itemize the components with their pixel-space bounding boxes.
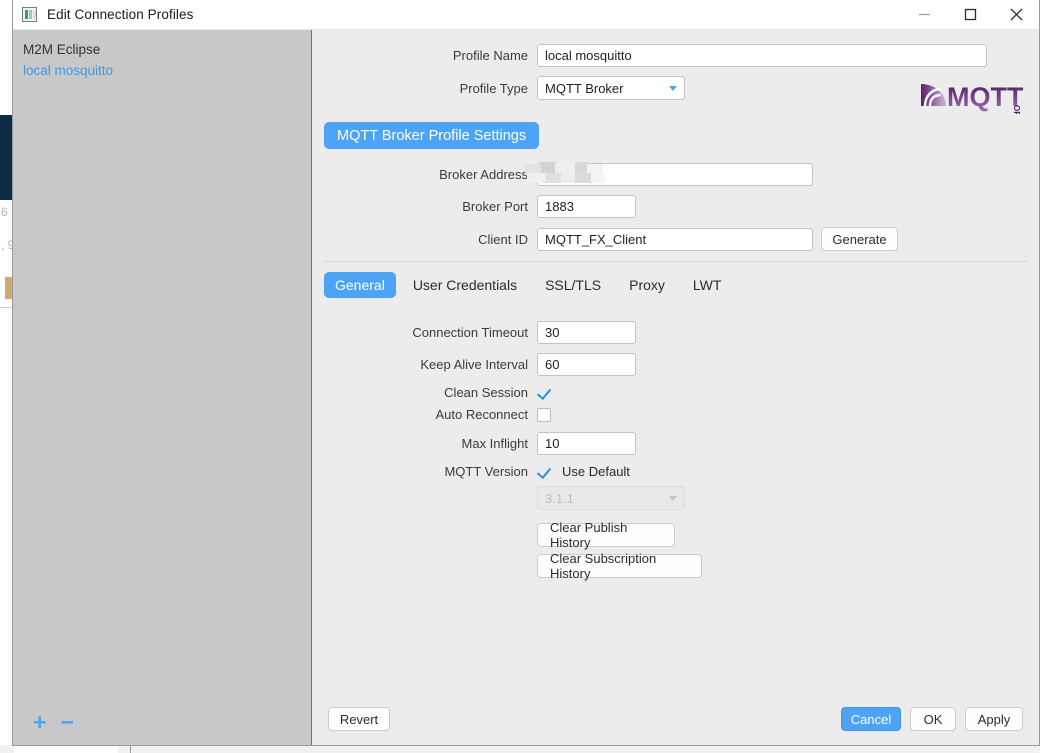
profile-editor-scroll: MQTT ORG Profile Name local mosquitto Pr… bbox=[312, 30, 1039, 693]
apply-button[interactable]: Apply bbox=[965, 707, 1023, 731]
profile-type-value: MQTT Broker bbox=[545, 80, 624, 96]
cancel-button[interactable]: Cancel bbox=[841, 707, 901, 731]
edit-connection-profiles-dialog: Edit Connection Profiles M2M Eclipse loc… bbox=[12, 0, 1040, 746]
background-bottom-strip bbox=[0, 745, 1040, 753]
broker-fields: Broker Address Broker Port 1883 Client I… bbox=[312, 162, 1039, 251]
maximize-icon bbox=[964, 8, 976, 21]
clear-subscription-history-button[interactable]: Clear Subscription History bbox=[537, 551, 702, 581]
clear-subscription-row: Clear Subscription History bbox=[312, 551, 1039, 581]
keep-alive-interval-label: Keep Alive Interval bbox=[420, 357, 528, 372]
background-text-a: 6 bbox=[1, 205, 8, 219]
profile-list: M2M Eclipse local mosquitto bbox=[13, 30, 311, 699]
profile-type-select[interactable]: MQTT Broker bbox=[537, 76, 685, 100]
sidebar-item-local-mosquitto[interactable]: local mosquitto bbox=[23, 60, 311, 81]
mqtt-version-row: MQTT Version Use Default bbox=[312, 464, 1039, 479]
close-icon bbox=[1010, 8, 1022, 21]
tab-general[interactable]: General bbox=[324, 272, 396, 298]
profile-list-tools: + − bbox=[13, 699, 311, 745]
mqtt-version-select-row: 3.1.1 bbox=[312, 486, 1039, 510]
footer-actions: Cancel OK Apply bbox=[841, 707, 1023, 731]
use-default-checkbox[interactable] bbox=[537, 465, 551, 479]
clear-publish-history-button[interactable]: Clear Publish History bbox=[537, 520, 675, 550]
tab-lwt[interactable]: LWT bbox=[682, 272, 733, 298]
mqtt-logo: MQTT ORG bbox=[919, 74, 1024, 123]
profile-name-input[interactable]: local mosquitto bbox=[537, 44, 987, 67]
mqtt-version-label: MQTT Version bbox=[444, 464, 528, 479]
minimize-icon bbox=[918, 13, 930, 16]
clear-publish-row: Clear Publish History bbox=[312, 520, 1039, 550]
svg-text:MQTT: MQTT bbox=[947, 82, 1023, 112]
profile-type-label: Profile Type bbox=[459, 80, 528, 96]
broker-port-label: Broker Port bbox=[462, 199, 528, 214]
window-controls bbox=[901, 0, 1039, 30]
maximize-button[interactable] bbox=[947, 0, 993, 30]
connection-timeout-input[interactable]: 30 bbox=[537, 321, 636, 344]
profiles-sidebar: M2M Eclipse local mosquitto + − bbox=[13, 30, 312, 745]
mqtt-logo-icon: MQTT ORG bbox=[921, 82, 1024, 123]
client-id-row: Client ID MQTT_FX_Client Generate bbox=[312, 227, 1039, 251]
auto-reconnect-checkbox[interactable] bbox=[537, 407, 551, 422]
use-default-label: Use Default bbox=[562, 464, 630, 479]
profile-name-label: Profile Name bbox=[452, 48, 528, 63]
broker-port-input[interactable]: 1883 bbox=[537, 195, 636, 218]
tab-user-credentials[interactable]: User Credentials bbox=[402, 272, 528, 298]
keep-alive-interval-input[interactable]: 60 bbox=[537, 353, 636, 376]
sidebar-item-m2m-eclipse[interactable]: M2M Eclipse bbox=[23, 39, 311, 60]
max-inflight-input[interactable]: 10 bbox=[537, 432, 636, 455]
broker-address-label: Broker Address bbox=[439, 167, 528, 182]
client-id-label: Client ID bbox=[478, 231, 528, 247]
mqtt-version-select: 3.1.1 bbox=[537, 486, 685, 510]
profile-editor-content: MQTT ORG Profile Name local mosquitto Pr… bbox=[312, 30, 1039, 745]
broker-port-row: Broker Port 1883 bbox=[312, 195, 1039, 218]
app-icon bbox=[22, 7, 37, 22]
section-header-wrap: MQTT Broker Profile Settings bbox=[312, 109, 1039, 163]
background-navy-block bbox=[0, 115, 12, 200]
broker-address-row: Broker Address bbox=[312, 162, 1039, 186]
connection-timeout-label: Connection Timeout bbox=[412, 325, 528, 340]
dialog-footer: Revert Cancel OK Apply bbox=[312, 693, 1039, 745]
mqtt-broker-settings-header: MQTT Broker Profile Settings bbox=[324, 122, 540, 149]
background-tan-block bbox=[5, 277, 12, 299]
clean-session-row: Clean Session bbox=[312, 385, 1039, 400]
settings-tabs: General User Credentials SSL/TLS Proxy L… bbox=[312, 262, 1039, 298]
broker-address-input[interactable] bbox=[537, 163, 813, 186]
title-bar: Edit Connection Profiles bbox=[13, 0, 1039, 30]
auto-reconnect-label: Auto Reconnect bbox=[435, 407, 528, 422]
max-inflight-label: Max Inflight bbox=[461, 436, 528, 451]
revert-button[interactable]: Revert bbox=[328, 707, 390, 731]
minimize-button[interactable] bbox=[901, 0, 947, 30]
max-inflight-row: Max Inflight 10 bbox=[312, 432, 1039, 455]
remove-profile-button[interactable]: − bbox=[60, 710, 73, 734]
auto-reconnect-row: Auto Reconnect bbox=[312, 407, 1039, 422]
client-id-input[interactable]: MQTT_FX_Client bbox=[537, 227, 813, 251]
clean-session-checkbox[interactable] bbox=[537, 386, 551, 400]
connection-timeout-row: Connection Timeout 30 bbox=[312, 321, 1039, 344]
chevron-down-icon bbox=[669, 85, 677, 91]
keep-alive-row: Keep Alive Interval 60 bbox=[312, 353, 1039, 376]
window-title: Edit Connection Profiles bbox=[47, 7, 194, 22]
generate-client-id-button[interactable]: Generate bbox=[821, 227, 898, 251]
mqtt-version-value: 3.1.1 bbox=[545, 490, 574, 506]
tab-ssl-tls[interactable]: SSL/TLS bbox=[534, 272, 612, 298]
chevron-down-icon bbox=[669, 495, 677, 501]
close-button[interactable] bbox=[993, 0, 1039, 30]
dialog-body: M2M Eclipse local mosquitto + − MQTT Pro… bbox=[13, 30, 1039, 745]
add-profile-button[interactable]: + bbox=[33, 710, 46, 734]
background-bottom-white bbox=[14, 745, 118, 753]
clean-session-label: Clean Session bbox=[444, 385, 528, 400]
ok-button[interactable]: OK bbox=[910, 707, 956, 731]
svg-text:ORG: ORG bbox=[1012, 105, 1021, 114]
background-bottom-divider bbox=[130, 745, 131, 753]
profile-name-row: Profile Name local mosquitto bbox=[312, 44, 1039, 67]
tab-proxy[interactable]: Proxy bbox=[618, 272, 676, 298]
general-tab-panel: Connection Timeout 30 Keep Alive Interva… bbox=[312, 298, 1039, 581]
